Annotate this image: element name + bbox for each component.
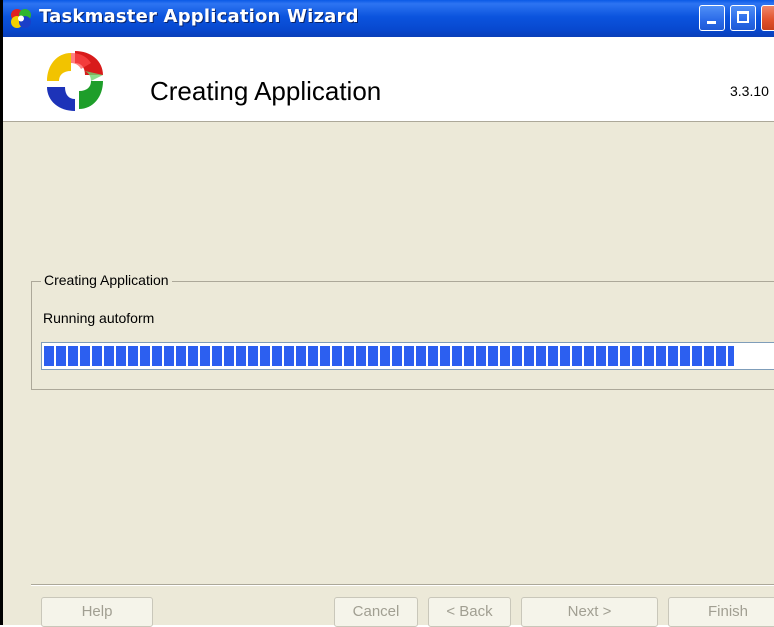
- progress-group: [31, 281, 774, 390]
- page-title: Creating Application: [150, 76, 382, 106]
- back-button[interactable]: < Back: [428, 597, 511, 627]
- close-button[interactable]: [761, 5, 774, 31]
- group-legend: Creating Application: [41, 272, 172, 288]
- next-button[interactable]: Next >: [521, 597, 658, 627]
- wizard-window: Taskmaster Application Wizard Creating A…: [0, 0, 774, 627]
- footer-separator: [31, 584, 774, 586]
- app-icon: [11, 9, 31, 28]
- minimize-button[interactable]: [699, 5, 725, 31]
- wizard-header: Creating Application: [3, 37, 774, 122]
- progress-fill: [44, 346, 734, 366]
- status-text: Running autoform: [43, 310, 155, 326]
- maximize-button[interactable]: [730, 5, 756, 31]
- finish-button[interactable]: Finish: [668, 597, 774, 627]
- progress-bar: [41, 342, 774, 370]
- cancel-button[interactable]: Cancel: [334, 597, 418, 627]
- title-bar[interactable]: Taskmaster Application Wizard: [3, 0, 774, 37]
- taskmaster-logo-icon: [47, 51, 103, 111]
- window-title: Taskmaster Application Wizard: [39, 6, 359, 27]
- version-label: 3.3.10: [730, 83, 769, 99]
- help-button[interactable]: Help: [41, 597, 153, 627]
